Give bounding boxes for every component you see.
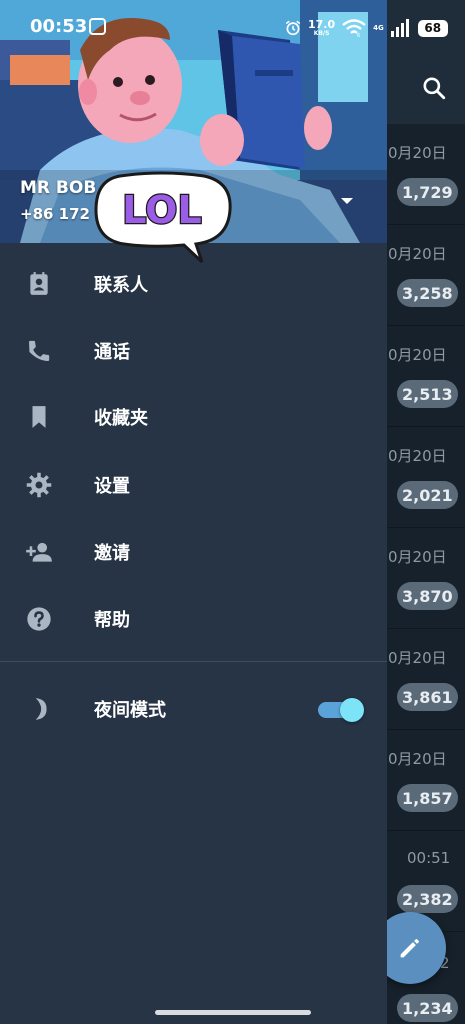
search-icon [423, 77, 446, 100]
status-bar: 00:53 17.0 KB/S 6 4G 68 [0, 0, 465, 56]
account-switch-toggle[interactable] [340, 196, 366, 216]
network-speed-value: 17.0 [308, 18, 336, 31]
unread-badge: 2,382 [397, 885, 458, 913]
svg-text:6: 6 [357, 33, 360, 38]
night-mode-switch[interactable] [316, 698, 366, 722]
chat-date: 0月20日 [388, 548, 447, 566]
menu-item-help[interactable]: 帮助 [0, 585, 387, 652]
network-speed-unit: KB/S [313, 30, 330, 37]
menu-item-calls[interactable]: 通话 [0, 317, 387, 384]
status-icons: 17.0 KB/S 6 4G 68 [284, 16, 454, 40]
add-person-icon [24, 537, 54, 567]
unread-badge: 2,021 [397, 481, 458, 509]
menu-divider [0, 661, 387, 662]
menu-item-label: 通话 [94, 341, 130, 363]
profile-name: MR BOB [20, 178, 97, 198]
menu-item-label: 邀请 [94, 542, 130, 564]
navigation-drawer: MR BOB +86 172 LOL 联系人 通话 收藏夹 设置 邀请 帮助 夜… [0, 0, 387, 1024]
switch-thumb [340, 698, 364, 722]
unread-badge: 1,234 [397, 994, 458, 1022]
menu-item-label: 联系人 [94, 274, 148, 296]
contacts-icon [24, 269, 54, 299]
chat-date: 00:51 [407, 849, 451, 867]
alarm-icon [285, 20, 301, 36]
battery-icon: 68 [417, 19, 448, 37]
unread-badge: 2,513 [397, 380, 458, 408]
chat-date: 0月20日 [388, 346, 447, 364]
signal-icon [390, 19, 409, 37]
app-notification-icon [89, 18, 106, 35]
profile-phone: +86 172 [20, 205, 90, 223]
chat-date: 0月20日 [388, 447, 447, 465]
network-type: 4G [373, 23, 384, 32]
chat-date: 0月20日 [388, 144, 447, 162]
gear-icon [24, 470, 54, 500]
bookmark-icon [24, 402, 54, 432]
menu-item-label: 夜间模式 [94, 699, 166, 721]
chat-date: 0月20日 [388, 649, 447, 667]
unread-badge: 1,729 [397, 178, 458, 206]
lol-sticker: LOL [94, 171, 232, 264]
network-speed: 17.0 KB/S [308, 19, 335, 37]
sticker-text: LOL [122, 188, 201, 232]
menu-item-label: 帮助 [94, 609, 130, 631]
unread-badge: 3,258 [397, 279, 458, 307]
menu-item-label: 设置 [94, 475, 130, 497]
menu-item-saved[interactable]: 收藏夹 [0, 383, 387, 450]
status-time: 00:53 [30, 16, 88, 37]
chat-date: 0月20日 [388, 750, 447, 768]
wifi-icon: 6 [342, 19, 366, 38]
chevron-down-icon [341, 198, 353, 204]
unread-badge: 1,857 [397, 784, 458, 812]
menu-item-settings[interactable]: 设置 [0, 451, 387, 518]
home-indicator[interactable] [155, 1010, 311, 1015]
menu-item-label: 收藏夹 [94, 407, 148, 429]
unread-badge: 3,870 [397, 582, 458, 610]
help-icon [24, 604, 54, 634]
pencil-icon [400, 938, 420, 958]
unread-badge: 3,861 [397, 683, 458, 711]
menu-item-invite[interactable]: 邀请 [0, 518, 387, 585]
moon-icon [24, 694, 54, 724]
chat-date: 0月20日 [388, 245, 447, 263]
phone-icon [24, 336, 54, 366]
search-button[interactable] [412, 66, 456, 110]
